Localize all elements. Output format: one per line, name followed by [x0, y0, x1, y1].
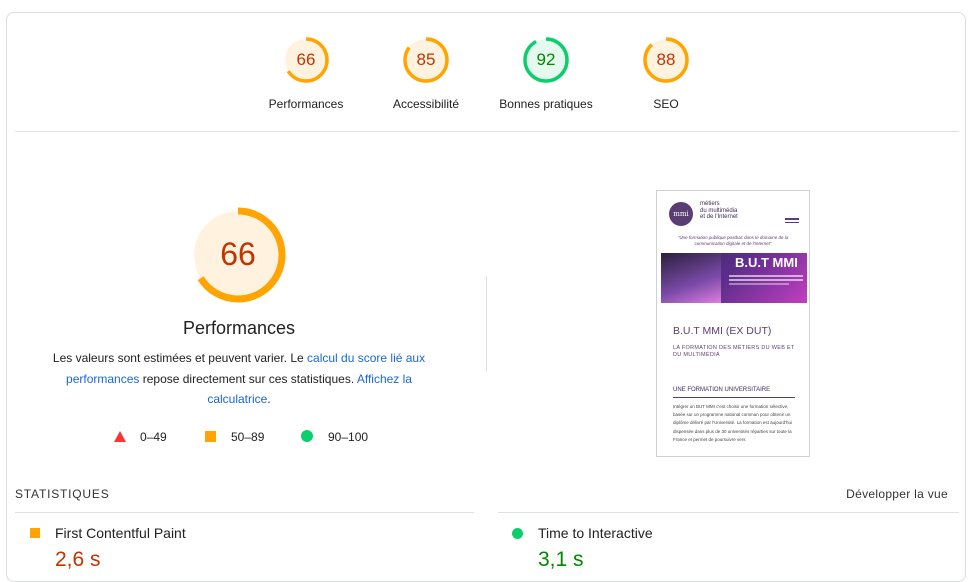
score-gauge-label: Accessibilité [392, 97, 460, 111]
metric-tti-label: Time to Interactive [538, 525, 653, 541]
page-heading: B.U.T MMI (EX DUT) [673, 325, 772, 337]
metric-fcp-value: 2,6 s [55, 548, 101, 571]
vertical-divider [486, 276, 487, 371]
square-icon [30, 528, 40, 538]
score-gauge-value: 88 [656, 50, 676, 69]
hero-banner: B.U.T MMI [661, 253, 807, 303]
legend-fail-range: 0–49 [140, 430, 167, 444]
site-logo: mmi [669, 202, 693, 226]
score-gauge[interactable]: 85 Accessibilité [393, 36, 459, 116]
section-paragraph: Intégrer un BUT MMI c'est choisir une fo… [673, 404, 793, 442]
metrics-divider-left [15, 512, 474, 513]
desc-text-3: . [267, 392, 271, 406]
menu-icon [785, 218, 799, 223]
score-gauge-value: 85 [416, 50, 436, 69]
site-quote: "Une formation publique postbac dans le … [677, 235, 789, 246]
page-subheading: LA FORMATION DES MÉTIERS DU WEB ET DU MU… [673, 345, 795, 358]
main-title: Performances [182, 318, 296, 338]
expand-view-toggle[interactable]: Développer la vue [846, 487, 948, 501]
circle-icon [301, 430, 313, 442]
metric-fcp-label: First Contentful Paint [55, 525, 186, 541]
metrics-title: STATISTIQUES [15, 487, 110, 501]
site-logo-text: mmi [673, 210, 689, 218]
legend-pass-range: 90–100 [328, 430, 369, 444]
main-gauge: 66 [188, 205, 288, 305]
score-gauge[interactable]: 66 Performances [269, 36, 343, 116]
score-gauge-value: 66 [296, 50, 316, 69]
triangle-icon [114, 431, 126, 442]
section-underline [673, 397, 795, 398]
header-divider [15, 131, 959, 132]
score-gauge-label: SEO [653, 97, 679, 111]
score-gauge-label: Bonnes pratiques [499, 97, 593, 111]
score-gauge-value: 92 [536, 50, 556, 69]
banner-image [661, 253, 721, 303]
banner-title: B.U.T MMI [735, 255, 798, 270]
legend-average-range: 50–89 [231, 430, 265, 444]
desc-text-1: Les valeurs sont estimées et peuvent var… [52, 351, 308, 365]
site-title-line-3: et de l'Internet [700, 214, 738, 220]
main-score-value: 66 [220, 236, 256, 272]
desc-text-2: repose directement sur ces statistiques. [139, 371, 357, 386]
metrics-divider-right [498, 512, 959, 513]
page-screenshot: mmi métiers du multimédia et de l'Intern… [656, 190, 810, 457]
score-gauge[interactable]: 88 SEO [642, 36, 690, 116]
metric-tti-value: 3,1 s [538, 548, 584, 571]
site-title: métiers du multimédia et de l'Internet [700, 201, 738, 221]
score-gauge-label: Performances [268, 97, 344, 111]
banner-subtext [729, 275, 803, 285]
circle-icon [512, 528, 523, 539]
square-icon [205, 431, 216, 442]
section-heading: UNE FORMATION UNIVERSITAIRE [673, 387, 771, 393]
score-description: Les valeurs sont estimées et peuvent var… [40, 348, 438, 410]
score-gauge[interactable]: 92 Bonnes pratiques [499, 36, 593, 116]
